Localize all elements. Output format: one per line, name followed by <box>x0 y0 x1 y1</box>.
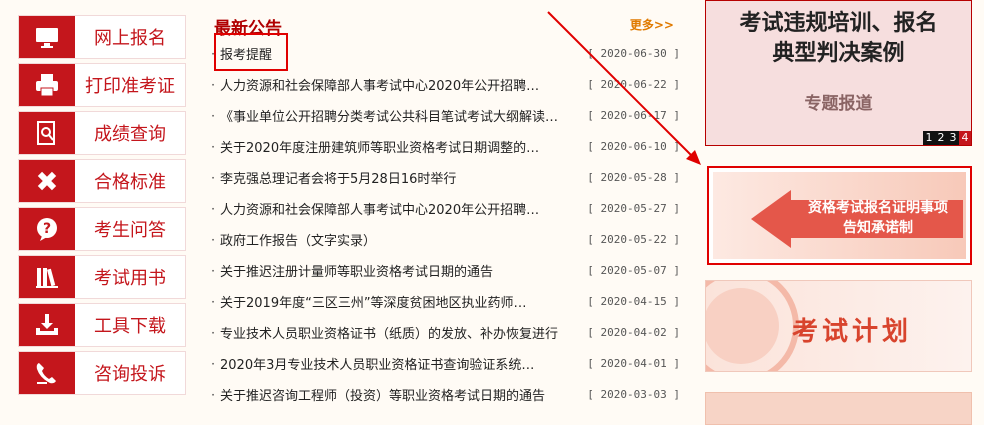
menu-item[interactable]: ? 考生问答 <box>18 207 186 251</box>
news-bullet: · <box>211 263 215 278</box>
news-bullet: · <box>211 294 215 309</box>
banner-line1: 考试违规培训、报名 <box>739 11 938 36</box>
news-item-date: [ 2020-05-28 ] <box>587 171 680 184</box>
banner-line2: 典型判决案例 <box>772 41 905 66</box>
news-item[interactable]: · 关于推迟咨询工程师（投资）等职业资格考试日期的通告 [ 2020-03-03 ] <box>206 379 686 410</box>
news-item[interactable]: · 2020年3月专业技术人员职业资格证书查询验证系统… [ 2020-04-01 … <box>206 348 686 379</box>
news-item-title[interactable]: 人力资源和社会保障部人事考试中心2020年公开招聘… <box>220 75 570 94</box>
topic-banner[interactable]: 考试违规培训、报名 典型判决案例 专题报道 1234 <box>705 0 972 146</box>
bottom-card[interactable] <box>705 392 972 425</box>
side-menu: 网上报名 打印准考证 成绩查询 合格标准? 考生问答 考试用书 工具下载 咨询投诉 <box>18 15 186 399</box>
menu-item[interactable]: 网上报名 <box>18 15 186 59</box>
news-item[interactable]: · 人力资源和社会保障部人事考试中心2020年公开招聘… [ 2020-06-22 … <box>206 69 686 100</box>
menu-item[interactable]: 工具下载 <box>18 303 186 347</box>
news-item-date: [ 2020-06-30 ] <box>587 47 680 60</box>
books-icon <box>19 256 75 298</box>
more-link[interactable]: 更多>> <box>630 16 674 33</box>
circle-decoration-icon <box>706 281 799 371</box>
menu-item-label: 考生问答 <box>94 220 166 241</box>
menu-item[interactable]: 打印准考证 <box>18 63 186 107</box>
news-item[interactable]: · 关于推迟注册计量师等职业资格考试日期的通告 [ 2020-05-07 ] <box>206 255 686 286</box>
search-document-icon <box>19 112 75 154</box>
news-item[interactable]: · 关于2020年度注册建筑师等职业资格考试日期调整的… [ 2020-06-10 … <box>206 131 686 162</box>
news-item-date: [ 2020-05-27 ] <box>587 202 680 215</box>
news-item[interactable]: · 《事业单位公开招聘分类考试公共科目笔试考试大纲解读… [ 2020-06-17 … <box>206 100 686 131</box>
news-bullet: · <box>211 325 215 340</box>
exam-plan-card[interactable]: 考试计划 <box>705 280 972 372</box>
notice-line2: 告知承诺制 <box>843 220 913 236</box>
news-item-title[interactable]: 人力资源和社会保障部人事考试中心2020年公开招聘… <box>220 199 570 218</box>
exam-plan-label: 考试计划 <box>792 317 913 347</box>
monitor-icon <box>19 16 75 58</box>
notice-card-text: 资格考试报名证明事项 告知承诺制 <box>793 198 963 238</box>
download-tray-icon <box>19 304 75 346</box>
news-item[interactable]: · 专业技术人员职业资格证书（纸质）的发放、补办恢复进行 [ 2020-04-02 … <box>206 317 686 348</box>
news-item-date: [ 2020-06-17 ] <box>587 109 680 122</box>
menu-item-label: 打印准考证 <box>85 76 175 97</box>
news-item-date: [ 2020-04-01 ] <box>587 357 680 370</box>
svg-text:?: ? <box>43 221 51 237</box>
news-bullet: · <box>211 387 215 402</box>
news-item-date: [ 2020-04-02 ] <box>587 326 680 339</box>
news-item-date: [ 2020-06-10 ] <box>587 140 680 153</box>
news-item[interactable]: · 关于2019年度“三区三州”等深度贫困地区执业药师… [ 2020-04-15 … <box>206 286 686 317</box>
highlight-box <box>214 33 288 71</box>
notice-card[interactable]: 资格考试报名证明事项 告知承诺制 <box>707 166 972 265</box>
news-bullet: · <box>211 108 215 123</box>
menu-item-label: 咨询投诉 <box>94 364 166 385</box>
news-bullet: · <box>211 139 215 154</box>
banner-subtitle: 专题报道 <box>804 94 873 114</box>
menu-item[interactable]: 成绩查询 <box>18 111 186 155</box>
news-item-title[interactable]: 李克强总理记者会将于5月28日16时举行 <box>220 168 570 187</box>
news-item[interactable]: · 政府工作报告（文字实录） [ 2020-05-22 ] <box>206 224 686 255</box>
news-bullet: · <box>211 356 215 371</box>
news-item-title[interactable]: 关于推迟咨询工程师（投资）等职业资格考试日期的通告 <box>220 385 570 404</box>
news-item-date: [ 2020-03-03 ] <box>587 388 680 401</box>
printer-icon <box>19 64 75 106</box>
banner-page-4[interactable]: 4 <box>959 131 971 145</box>
news-bullet: · <box>211 77 215 92</box>
news-item-title[interactable]: 关于推迟注册计量师等职业资格考试日期的通告 <box>220 261 570 280</box>
ruler-pencil-icon <box>19 160 75 202</box>
notice-line1: 资格考试报名证明事项 <box>808 200 948 216</box>
banner-page-2[interactable]: 2 <box>935 131 947 145</box>
menu-item[interactable]: 合格标准 <box>18 159 186 203</box>
question-bubble-icon: ? <box>19 208 75 250</box>
banner-page-3[interactable]: 3 <box>947 131 959 145</box>
menu-item-label: 合格标准 <box>94 172 166 193</box>
menu-item[interactable]: 咨询投诉 <box>18 351 186 395</box>
menu-item-label: 成绩查询 <box>94 124 166 145</box>
news-item-title[interactable]: 《事业单位公开招聘分类考试公共科目笔试考试大纲解读… <box>220 106 570 125</box>
news-item-title[interactable]: 专业技术人员职业资格证书（纸质）的发放、补办恢复进行 <box>220 323 570 342</box>
news-item[interactable]: · 人力资源和社会保障部人事考试中心2020年公开招聘… [ 2020-05-27 … <box>206 193 686 224</box>
news-item-date: [ 2020-05-22 ] <box>587 233 680 246</box>
news-bullet: · <box>211 232 215 247</box>
banner-page-1[interactable]: 1 <box>923 131 935 145</box>
menu-item-label: 网上报名 <box>94 28 166 49</box>
news-item-date: [ 2020-05-07 ] <box>587 264 680 277</box>
phone-icon <box>19 352 75 394</box>
news-item-date: [ 2020-04-15 ] <box>587 295 680 308</box>
news-item[interactable]: · 李克强总理记者会将于5月28日16时举行 [ 2020-05-28 ] <box>206 162 686 193</box>
menu-item[interactable]: 考试用书 <box>18 255 186 299</box>
menu-item-label: 工具下载 <box>94 316 166 337</box>
notice-card-bg: 资格考试报名证明事项 告知承诺制 <box>713 172 966 259</box>
news-item-date: [ 2020-06-22 ] <box>587 78 680 91</box>
news-bullet: · <box>211 170 215 185</box>
news-bullet: · <box>211 201 215 216</box>
news-item-title[interactable]: 关于2020年度注册建筑师等职业资格考试日期调整的… <box>220 137 570 156</box>
news-item-title[interactable]: 政府工作报告（文字实录） <box>220 230 570 249</box>
news-list: · 报考提醒[ 2020-06-30 ] · 人力资源和社会保障部人事考试中心2020… <box>206 38 686 410</box>
banner-pager: 1234 <box>923 131 971 145</box>
news-item-title[interactable]: 2020年3月专业技术人员职业资格证书查询验证系统… <box>220 354 570 373</box>
news-item-title[interactable]: 关于2019年度“三区三州”等深度贫困地区执业药师… <box>220 292 570 311</box>
menu-item-label: 考试用书 <box>94 268 166 289</box>
